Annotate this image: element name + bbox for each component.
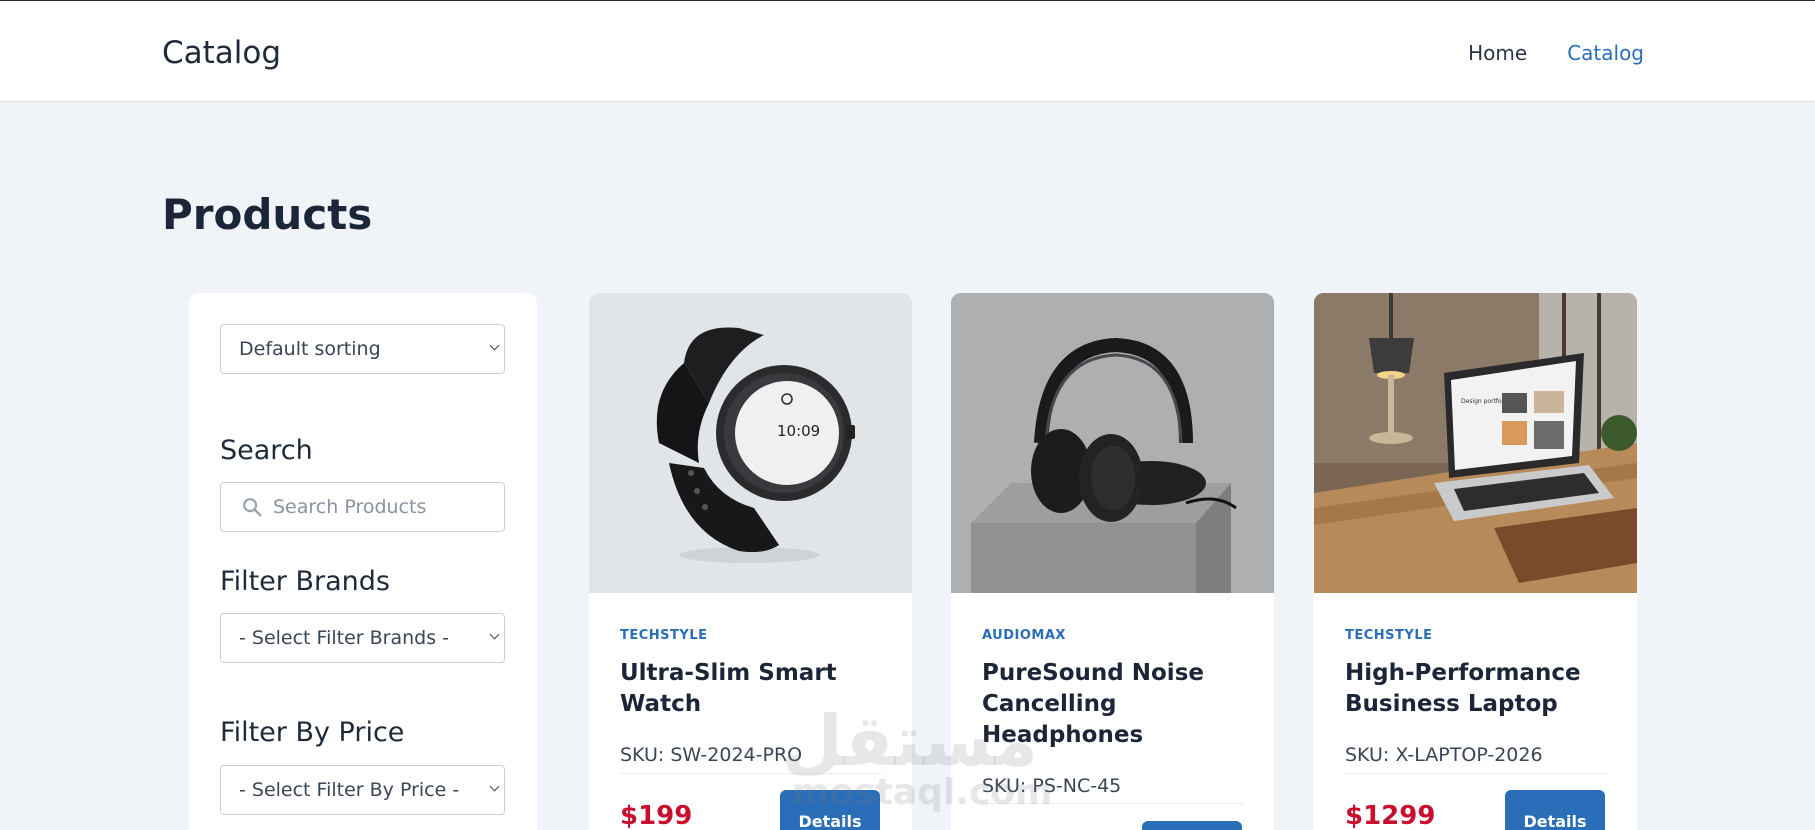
site-brand[interactable]: Catalog [162, 35, 281, 71]
product-card[interactable]: Design portfolio TECHSTYLE High-Performa… [1314, 293, 1637, 830]
search-icon [243, 498, 262, 517]
laptop-screen-text: Design portfolio [1461, 398, 1509, 405]
chevron-down-icon [489, 629, 500, 640]
filter-brands-select[interactable]: - Select Filter Brands - [220, 613, 505, 663]
divider [982, 803, 1244, 804]
details-button[interactable]: Details [1505, 790, 1605, 830]
sort-select[interactable]: Default sorting [220, 324, 505, 374]
top-navbar: Catalog Home Catalog [0, 0, 1815, 102]
product-brand: AUDIOMAX [982, 628, 1066, 643]
filter-price-heading: Filter By Price [220, 717, 405, 748]
search-input[interactable] [273, 496, 473, 518]
watch-time: 10:09 [777, 422, 820, 440]
details-button[interactable]: Details [780, 790, 880, 830]
product-price: $1299 [1345, 801, 1436, 830]
sort-select-value: Default sorting [239, 338, 381, 360]
details-button[interactable] [1142, 821, 1242, 830]
product-title[interactable]: PureSound Noise Cancelling Headphones [982, 658, 1252, 751]
main-nav: Home Catalog [1468, 41, 1644, 65]
product-card[interactable]: 10:09 TECHSTYLE Ultra-Slim Smart Watch S… [589, 293, 912, 830]
filter-price-select[interactable]: - Select Filter By Price - [220, 765, 505, 815]
product-sku: SKU: X-LAPTOP-2026 [1345, 744, 1543, 766]
filter-brands-value: - Select Filter Brands - [239, 627, 450, 649]
product-image-laptop[interactable]: Design portfolio [1314, 293, 1637, 593]
product-image-headphones[interactable] [951, 293, 1274, 593]
filter-sidebar: Default sorting Search Filter Brands - S… [189, 293, 537, 830]
chevron-down-icon [489, 340, 500, 351]
product-brand: TECHSTYLE [620, 628, 708, 643]
page-title: Products [162, 190, 373, 239]
chevron-down-icon [489, 781, 500, 792]
search-heading: Search [220, 435, 313, 466]
product-card[interactable]: AUDIOMAX PureSound Noise Cancelling Head… [951, 293, 1274, 830]
product-sku: SKU: PS-NC-45 [982, 775, 1122, 797]
product-title[interactable]: Ultra-Slim Smart Watch [620, 658, 890, 720]
nav-home-link[interactable]: Home [1468, 41, 1527, 65]
filter-price-value: - Select Filter By Price - [239, 779, 460, 801]
search-field[interactable] [220, 482, 505, 532]
filter-brands-heading: Filter Brands [220, 566, 390, 597]
divider [620, 773, 882, 774]
nav-catalog-link[interactable]: Catalog [1567, 41, 1644, 65]
product-image-smartwatch[interactable]: 10:09 [589, 293, 912, 593]
product-price: $199 [620, 801, 693, 830]
product-brand: TECHSTYLE [1345, 628, 1433, 643]
product-sku: SKU: SW-2024-PRO [620, 744, 803, 766]
product-title[interactable]: High-Performance Business Laptop [1345, 658, 1615, 720]
divider [1345, 773, 1607, 774]
